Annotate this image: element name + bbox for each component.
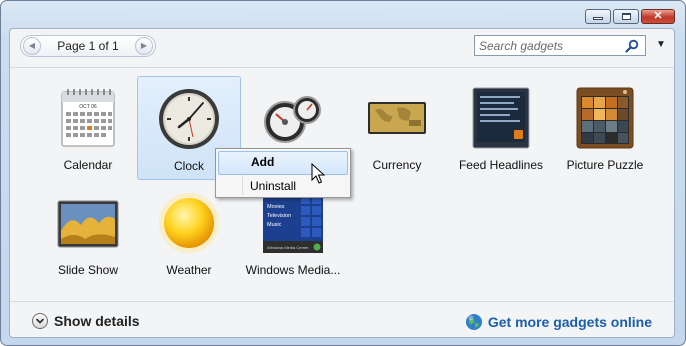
globe-icon [465, 314, 482, 330]
search-input[interactable] [475, 36, 623, 55]
gadget-label: Currency [372, 158, 422, 172]
media-center-menu-movies: Movies [267, 204, 285, 210]
toolbar: ◀ Page 1 of 1 ▶ ▼ [10, 29, 674, 65]
currency-icon [368, 102, 426, 134]
gadget-currency[interactable]: Currency [345, 76, 449, 180]
menu-item-uninstall[interactable]: Uninstall [218, 175, 348, 197]
menu-item-add[interactable]: Add [218, 151, 348, 175]
cpu-meter-icon [264, 96, 321, 143]
maximize-icon [621, 13, 631, 20]
gadget-slide-show[interactable]: Slide Show [36, 181, 140, 285]
gadget-feed-headlines[interactable]: Feed Headlines [449, 76, 553, 180]
get-more-gadgets-link[interactable]: Get more gadgets online [465, 313, 652, 331]
gadget-calendar[interactable]: OCT 06 Calendar [36, 76, 140, 180]
gadget-label: Picture Puzzle [566, 158, 644, 172]
get-more-gadgets-label: Get more gadgets online [487, 314, 652, 330]
weather-icon [159, 193, 219, 253]
slide-show-icon [57, 200, 119, 248]
caption-buttons: ✕ [585, 9, 675, 24]
media-center-menu-television: Television [267, 213, 291, 219]
maximize-button[interactable] [613, 9, 639, 24]
gadget-label: Windows Media... [245, 263, 341, 277]
minimize-icon [593, 17, 603, 20]
toolbar-divider [10, 67, 674, 68]
close-icon: ✕ [653, 10, 663, 22]
windows-media-center-icon: Movies Television Music Windows Media Ce… [263, 193, 323, 253]
search-box [474, 35, 646, 56]
pager: ◀ Page 1 of 1 ▶ [20, 35, 156, 57]
media-center-menu-music: Music [267, 222, 282, 228]
calendar-month-text: OCT 06 [79, 104, 97, 110]
footer-divider [10, 301, 674, 302]
media-center-footer-text: Windows Media Center [267, 245, 309, 250]
picture-puzzle-icon [576, 87, 634, 149]
gadget-label: Feed Headlines [458, 158, 544, 172]
search-dropdown-icon[interactable]: ▼ [656, 39, 666, 50]
calendar-icon: OCT 06 [61, 89, 115, 147]
next-page-button[interactable]: ▶ [135, 37, 153, 55]
gadget-label: Calendar [63, 158, 113, 172]
chevron-down-icon [32, 313, 48, 329]
show-details-label: Show details [54, 313, 140, 329]
search-icon[interactable] [625, 39, 639, 53]
close-button[interactable]: ✕ [641, 9, 675, 24]
gadget-gallery-window: ✕ ◀ Page 1 of 1 ▶ ▼ [0, 0, 686, 346]
minimize-button[interactable] [585, 9, 611, 24]
show-details-toggle[interactable]: Show details [32, 313, 140, 329]
context-menu: Add Uninstall [215, 148, 351, 198]
clock-icon [159, 89, 219, 149]
gadget-picture-puzzle[interactable]: Picture Puzzle [553, 76, 657, 180]
mouse-pointer-icon [311, 163, 325, 184]
gadget-label: Slide Show [57, 263, 119, 277]
feed-headlines-icon [472, 87, 530, 149]
gadget-label: Weather [166, 263, 212, 277]
